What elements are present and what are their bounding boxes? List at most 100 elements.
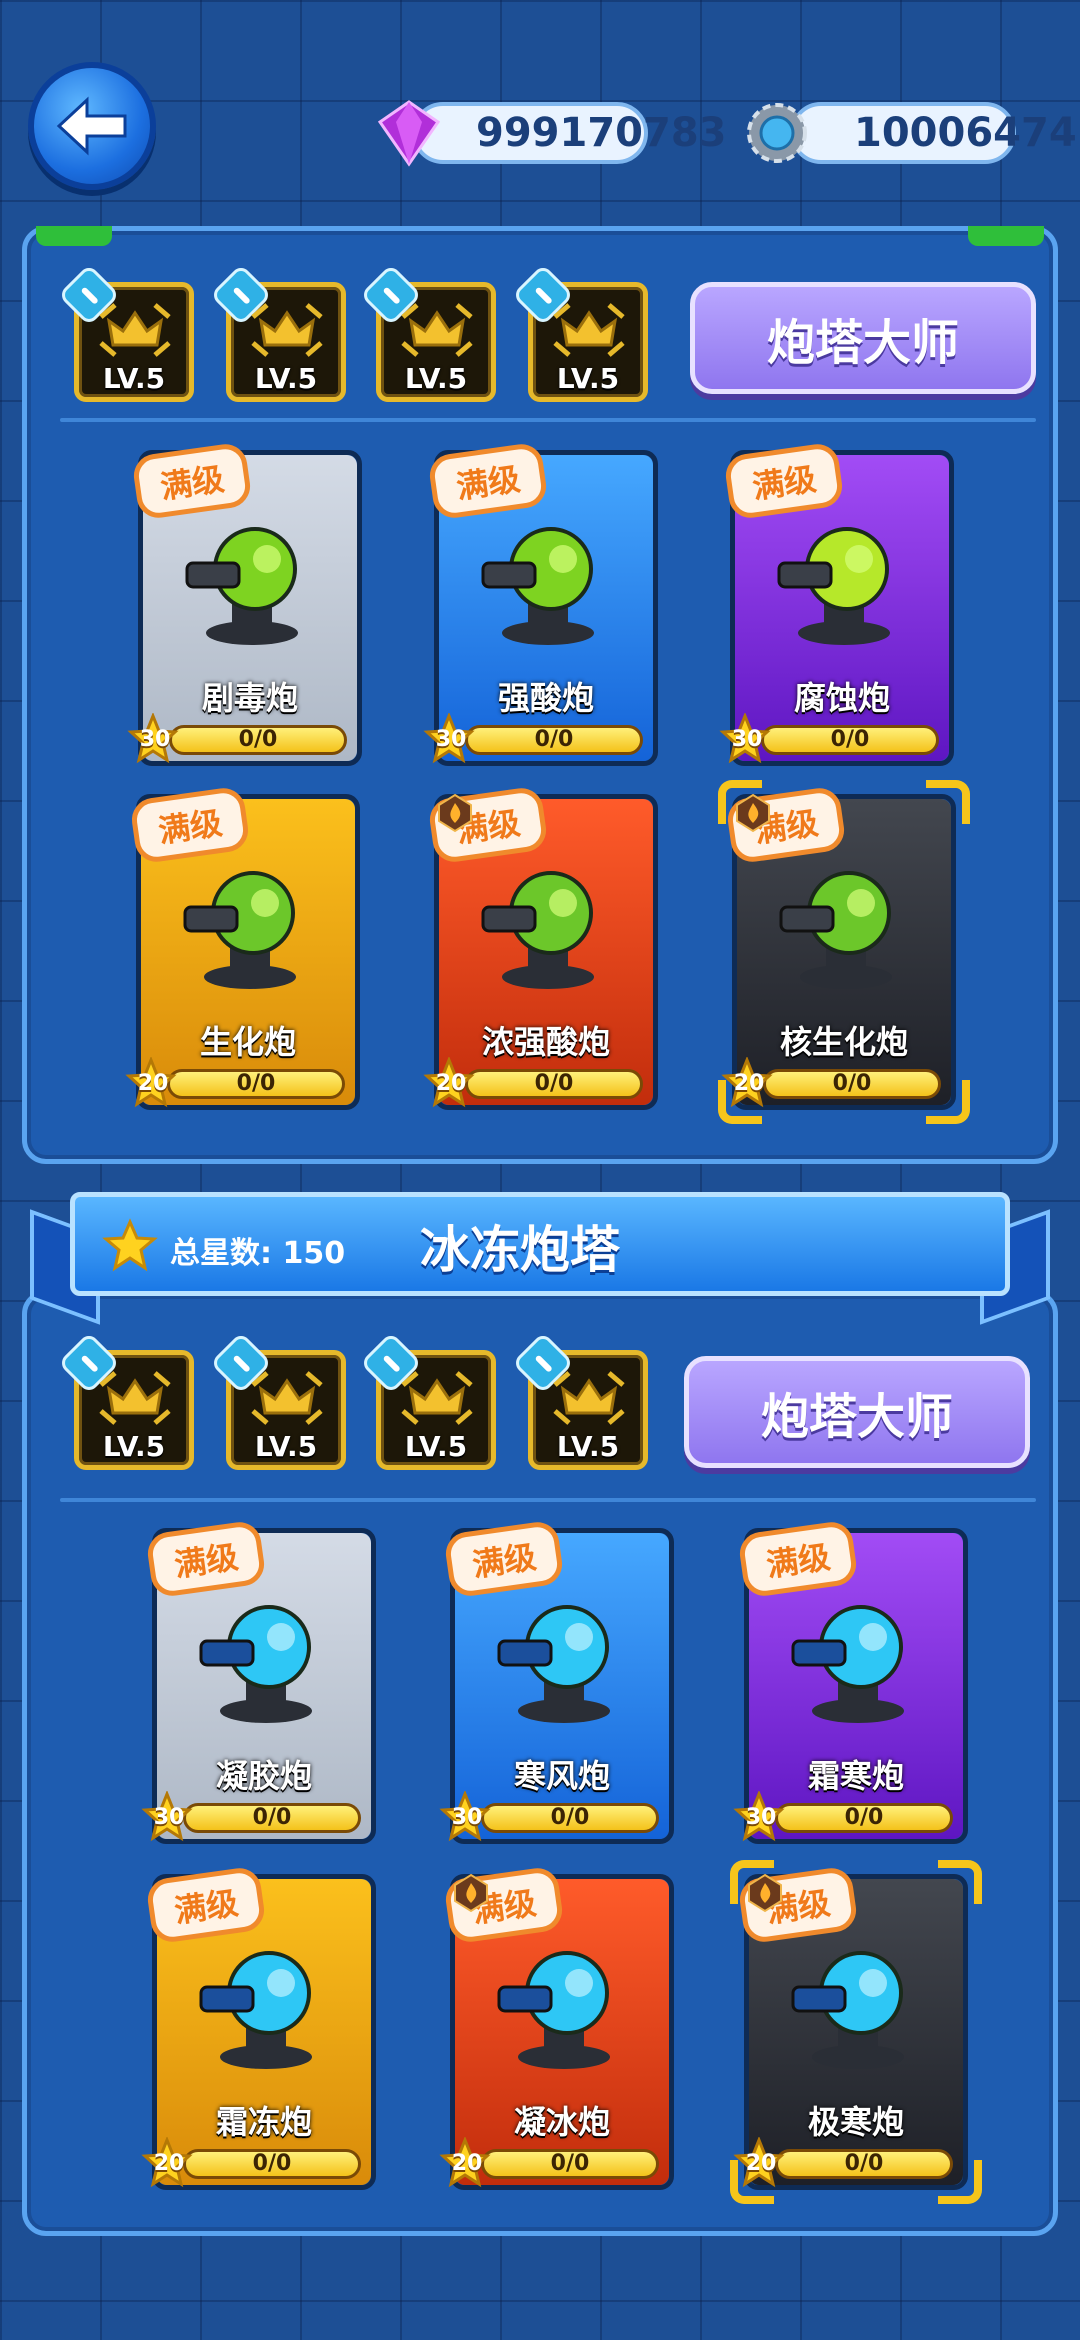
selection-corner	[730, 2160, 774, 2204]
gem-counter: 999170783	[412, 102, 727, 164]
tower-icon	[185, 527, 298, 645]
progress-bar: 0/0	[775, 2149, 953, 2179]
turret-card[interactable]: 满级 凝冰炮 0/0 20	[439, 1865, 674, 2190]
turret-card[interactable]: 满级 霜冻炮 0/0 20	[141, 1865, 376, 2190]
progress-bar: 0/0	[465, 1069, 643, 1099]
crown-icon	[251, 303, 323, 357]
back-button[interactable]	[28, 62, 156, 190]
star-requirement: 20	[137, 1071, 169, 1096]
badge-level: LV.5	[404, 362, 468, 395]
tower-icon	[497, 1951, 610, 2069]
selection-corner	[718, 780, 762, 824]
selection-corner	[730, 1860, 774, 1904]
turret-card[interactable]: 满级 强酸炮 0/0 30	[423, 441, 658, 766]
turret-master-button[interactable]: 炮塔大师	[690, 282, 1036, 394]
badge-level: LV.5	[254, 1430, 318, 1463]
tower-icon	[791, 1605, 904, 1723]
progress-bar: 0/0	[481, 1803, 659, 1833]
selection-corner	[926, 780, 970, 824]
progress-bar: 0/0	[465, 725, 643, 755]
star-requirement: 30	[745, 1805, 777, 1830]
gem-icon	[377, 100, 441, 167]
badge-level: LV.5	[102, 1430, 166, 1463]
fire-badge-icon	[454, 1873, 488, 1913]
progress-bar: 0/0	[763, 1069, 941, 1099]
turret-card[interactable]: 满级 凝胶炮 0/0 30	[141, 1519, 376, 1844]
crown-icon	[251, 1371, 323, 1425]
tower-icon	[779, 871, 892, 989]
crown-icon	[553, 303, 625, 357]
selection-corner	[938, 2160, 982, 2204]
panel-clip-right	[968, 226, 1044, 246]
star-requirement: 30	[435, 727, 467, 752]
section-banner: 总星数: 150 冰冻炮塔	[30, 1182, 1050, 1325]
badge-level: LV.5	[556, 362, 620, 395]
crown-icon	[553, 1371, 625, 1425]
star-requirement: 30	[153, 1805, 185, 1830]
turret-badge[interactable]: LV.5	[57, 1331, 194, 1470]
turret-badge[interactable]: LV.5	[209, 263, 346, 402]
tower-icon	[199, 1951, 312, 2069]
star-requirement: 20	[435, 1071, 467, 1096]
star-requirement: 20	[153, 2151, 185, 2176]
selection-corner	[718, 1080, 762, 1124]
section-divider	[60, 1498, 1036, 1502]
turret-badge[interactable]: LV.5	[511, 1331, 648, 1470]
turret-card[interactable]: 满级 寒风炮 0/0 30	[439, 1519, 674, 1844]
turret-badge[interactable]: LV.5	[359, 263, 496, 402]
badge-level: LV.5	[404, 1430, 468, 1463]
turret-master-button[interactable]: 炮塔大师	[684, 1356, 1030, 1468]
turret-card[interactable]: 满级 霜寒炮 0/0 30	[733, 1519, 968, 1844]
gear-counter: 10006474	[790, 102, 1077, 164]
gear-icon	[747, 103, 807, 163]
crown-icon	[99, 1371, 171, 1425]
turret-badge[interactable]: LV.5	[511, 263, 648, 402]
tower-icon	[199, 1605, 312, 1723]
star-requirement: 30	[731, 727, 763, 752]
section-divider	[60, 418, 1036, 422]
turret-card[interactable]: 满级 剧毒炮 0/0 30	[127, 441, 362, 766]
back-arrow-icon	[56, 96, 127, 156]
total-stars-label: 总星数:	[170, 1236, 272, 1271]
section-title: 冰冻炮塔	[420, 1221, 620, 1279]
selection-corner	[926, 1080, 970, 1124]
badge-level: LV.5	[102, 362, 166, 395]
crown-icon	[401, 1371, 473, 1425]
gear-count: 10006474	[854, 110, 1077, 156]
turret-card[interactable]: 满级 浓强酸炮 0/0 20	[423, 785, 658, 1110]
star-icon	[102, 1218, 158, 1272]
badge-level: LV.5	[556, 1430, 620, 1463]
tower-icon	[777, 527, 890, 645]
gem-count: 999170783	[476, 110, 727, 156]
star-requirement: 30	[139, 727, 171, 752]
selection-corner	[938, 1860, 982, 1904]
turret-card[interactable]: 满级 核生化炮 0/0 20	[721, 785, 956, 1110]
star-requirement: 30	[451, 1805, 483, 1830]
turret-card[interactable]: 满级 生化炮 0/0 20	[125, 785, 360, 1110]
tower-icon	[183, 871, 296, 989]
tower-icon	[497, 1605, 610, 1723]
turret-badge[interactable]: LV.5	[359, 1331, 496, 1470]
turret-card[interactable]: 满级 腐蚀炮 0/0 30	[719, 441, 954, 766]
badge-level: LV.5	[254, 362, 318, 395]
total-stars: 总星数: 150	[170, 1228, 345, 1272]
tower-icon	[481, 871, 594, 989]
progress-bar: 0/0	[167, 1069, 345, 1099]
panel-clip-left	[36, 226, 112, 246]
turret-badge[interactable]: LV.5	[209, 1331, 346, 1470]
star-requirement: 20	[451, 2151, 483, 2176]
turret-badge[interactable]: LV.5	[57, 263, 194, 402]
progress-bar: 0/0	[183, 2149, 361, 2179]
tower-icon	[791, 1951, 904, 2069]
progress-bar: 0/0	[183, 1803, 361, 1833]
tower-icon	[481, 527, 594, 645]
crown-icon	[99, 303, 171, 357]
progress-bar: 0/0	[775, 1803, 953, 1833]
total-stars-value: 150	[282, 1236, 346, 1271]
progress-bar: 0/0	[481, 2149, 659, 2179]
progress-bar: 0/0	[761, 725, 939, 755]
crown-icon	[401, 303, 473, 357]
fire-badge-icon	[438, 793, 472, 833]
progress-bar: 0/0	[169, 725, 347, 755]
turret-card[interactable]: 满级 极寒炮 0/0 20	[733, 1865, 968, 2190]
